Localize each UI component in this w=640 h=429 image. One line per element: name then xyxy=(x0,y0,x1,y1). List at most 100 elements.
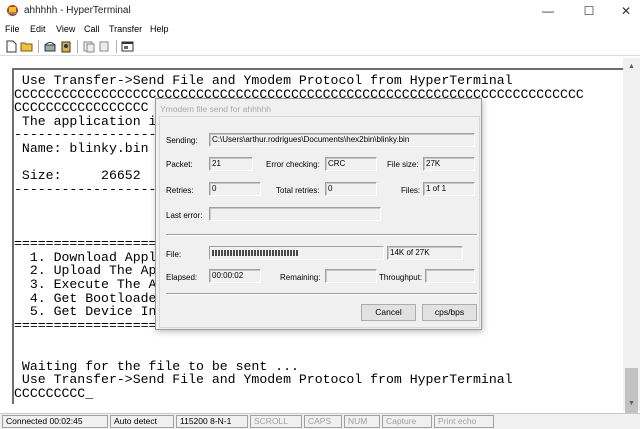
progress-tick xyxy=(224,250,226,256)
terminal-line: -------------------- xyxy=(14,127,173,143)
retries-field: 0 xyxy=(209,182,261,196)
status-num: NUM xyxy=(344,415,380,428)
status-caps: CAPS xyxy=(304,415,342,428)
terminal-line: Use Transfer->Send File and Ymodem Proto… xyxy=(14,372,513,388)
progress-tick xyxy=(239,250,241,256)
toolbar-separator xyxy=(38,40,39,53)
sending-label: Sending: xyxy=(166,136,198,145)
toolbar-separator xyxy=(116,40,117,53)
ymodem-send-dialog: Ymodem file send for ahhhhh Sending: C:\… xyxy=(155,98,482,330)
progress-tick xyxy=(263,250,265,256)
file-progress-bar xyxy=(209,246,384,260)
file-size-label: File size: xyxy=(387,160,419,169)
throughput-label: Throughput: xyxy=(379,273,423,282)
cps-bps-button[interactable]: cps/bps xyxy=(422,304,477,321)
progress-tick xyxy=(269,250,271,256)
open-folder-icon[interactable] xyxy=(19,39,35,54)
file-label: File: xyxy=(166,250,182,259)
status-print-echo: Print echo xyxy=(434,415,494,428)
progress-tick xyxy=(296,250,298,256)
progress-tick xyxy=(221,250,223,256)
progress-tick xyxy=(218,250,220,256)
terminal-line: -------------------- xyxy=(14,181,173,197)
progress-tick xyxy=(266,250,268,256)
last-error-field xyxy=(209,207,381,221)
scroll-down-icon[interactable]: ▼ xyxy=(623,395,640,411)
menu-help[interactable]: Help xyxy=(150,24,169,34)
maximize-icon: ☐ xyxy=(583,4,595,18)
terminal-line: CCCCCCCCCCCCCCCCC xyxy=(14,100,149,116)
status-settings: 115200 8-N-1 xyxy=(176,415,248,428)
terminal-line: 5. Get Device Inf xyxy=(14,304,165,320)
remaining-field xyxy=(325,269,377,283)
elapsed-field: 00:00:02 xyxy=(209,269,261,283)
send-icon[interactable] xyxy=(81,39,97,54)
terminal-line: ==================== xyxy=(14,317,173,333)
menu-bar: File Edit View Call Transfer Help xyxy=(0,22,640,38)
progress-tick xyxy=(254,250,256,256)
progress-tick xyxy=(245,250,247,256)
vertical-scrollbar[interactable]: ▲ ▼ xyxy=(623,58,640,429)
menu-edit[interactable]: Edit xyxy=(30,24,46,34)
progress-tick xyxy=(251,250,253,256)
progress-tick xyxy=(215,250,217,256)
terminal-line: Waiting for the file to be sent ... xyxy=(14,358,299,374)
status-bar: Connected 00:02:45 Auto detect 115200 8-… xyxy=(0,413,640,429)
menu-transfer[interactable]: Transfer xyxy=(109,24,142,34)
total-retries-field: 0 xyxy=(325,182,377,196)
status-connected: Connected 00:02:45 xyxy=(2,415,108,428)
hyperterminal-app-icon xyxy=(7,5,18,16)
dialog-body: Sending: C:\Users\arthur.rodrigues\Docum… xyxy=(159,116,480,328)
progress-tick xyxy=(287,250,289,256)
menu-file[interactable]: File xyxy=(5,24,20,34)
progress-tick xyxy=(293,250,295,256)
scroll-up-icon[interactable]: ▲ xyxy=(623,58,640,74)
properties-icon[interactable] xyxy=(120,39,136,54)
progress-tick xyxy=(275,250,277,256)
status-capture: Capture xyxy=(382,415,432,428)
toolbar-separator xyxy=(77,40,78,53)
progress-tick xyxy=(281,250,283,256)
receive-icon[interactable] xyxy=(97,39,113,54)
disconnect-icon[interactable] xyxy=(58,39,74,54)
progress-tick xyxy=(233,250,235,256)
terminal-line: Name: blinky.bin xyxy=(14,141,149,156)
dialog-title: Ymodem file send for ahhhhh xyxy=(160,104,272,114)
sending-field: C:\Users\arthur.rodrigues\Documents\hex2… xyxy=(209,133,475,147)
files-label: Files: xyxy=(401,186,421,195)
menu-call[interactable]: Call xyxy=(84,24,100,34)
terminal-line: 2. Upload The App xyxy=(14,263,165,279)
retries-label: Retries: xyxy=(166,186,194,195)
progress-tick xyxy=(260,250,262,256)
progress-tick xyxy=(242,250,244,256)
terminal-line: 3. Execute The Ap xyxy=(14,277,165,292)
dialog-divider xyxy=(166,234,477,236)
throughput-field xyxy=(425,269,475,283)
new-document-icon[interactable] xyxy=(3,39,19,54)
error-checking-field: CRC xyxy=(325,157,377,171)
menu-view[interactable]: View xyxy=(56,24,75,34)
close-button[interactable]: ✕ xyxy=(603,0,640,22)
total-retries-label: Total retries: xyxy=(276,186,320,195)
file-size-field: 27K xyxy=(423,157,475,171)
progress-tick xyxy=(248,250,250,256)
close-icon: ✕ xyxy=(620,4,632,18)
last-error-label: Last error: xyxy=(166,211,203,220)
terminal-line: The application im xyxy=(14,113,165,129)
error-checking-label: Error checking: xyxy=(266,160,320,169)
terminal-line: 4. Get Bootloader xyxy=(14,290,165,306)
terminal-line: CCCCCCCCC_ xyxy=(14,385,94,401)
cancel-button[interactable]: Cancel xyxy=(361,304,416,321)
file-progress-fill xyxy=(212,250,298,256)
toolbar xyxy=(0,38,640,56)
progress-tick xyxy=(212,250,214,256)
packet-label: Packet: xyxy=(166,160,193,169)
progress-tick xyxy=(290,250,292,256)
remaining-label: Remaining: xyxy=(280,273,321,282)
phone-icon[interactable] xyxy=(42,39,58,54)
progress-tick xyxy=(236,250,238,256)
progress-tick xyxy=(272,250,274,256)
file-progress-text: 14K of 27K xyxy=(387,246,463,260)
minimize-button[interactable]: — xyxy=(525,0,571,22)
packet-field: 21 xyxy=(209,157,253,171)
